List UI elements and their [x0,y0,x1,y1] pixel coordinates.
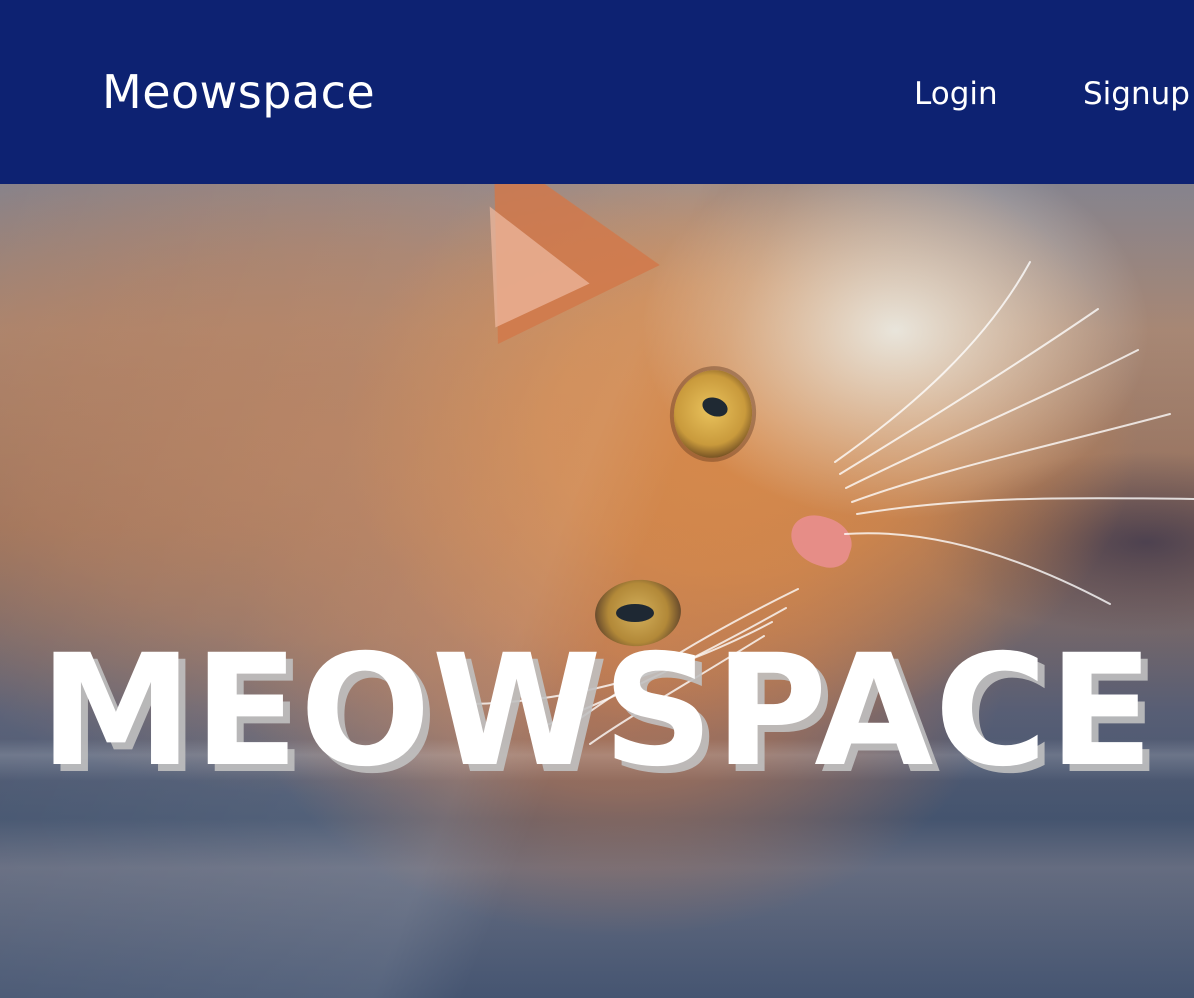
top-navigation-bar: Meowspace Login Signup [0,0,1194,184]
hero-banner: MEOWSPACE [0,184,1194,998]
brand-logo-link[interactable]: Meowspace [102,62,375,122]
hero-title: MEOWSPACE [39,622,1155,802]
cat-whiskers [469,261,1194,745]
signup-link[interactable]: Signup [1083,74,1190,114]
login-link[interactable]: Login [914,74,998,114]
